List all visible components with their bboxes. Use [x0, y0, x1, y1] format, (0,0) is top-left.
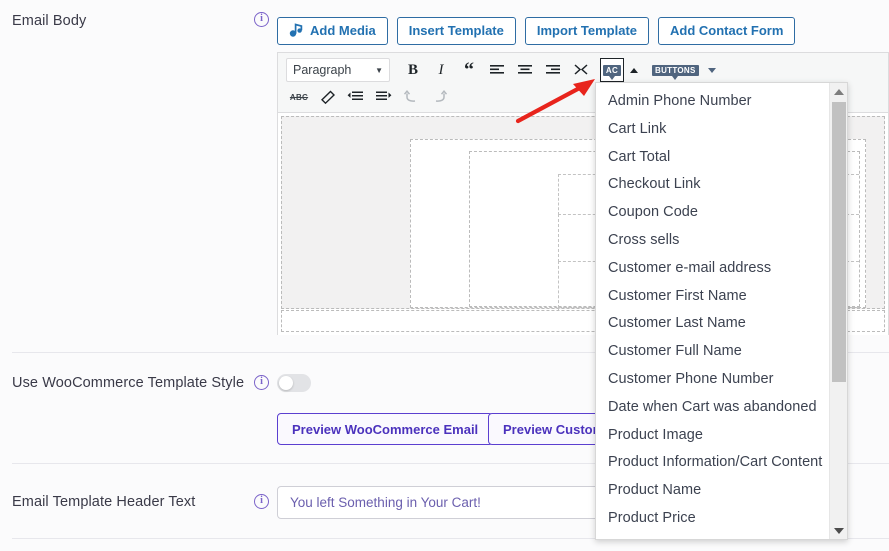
scrollbar-up-arrow-icon[interactable]: [830, 83, 847, 100]
email-template-header-text-label: Email Template Header Text: [12, 494, 196, 510]
insert-template-label: Insert Template: [408, 22, 504, 38]
dropdown-item[interactable]: Product Image: [596, 422, 829, 450]
dropdown-item[interactable]: Customer First Name: [596, 283, 829, 311]
align-center-icon: [517, 63, 533, 77]
outdent-button[interactable]: [342, 85, 368, 109]
dropdown-item[interactable]: Product Name: [596, 477, 829, 505]
indent-icon: [375, 90, 392, 104]
format-select-value: Paragraph: [293, 63, 352, 77]
eraser-icon: [319, 90, 336, 105]
fullscreen-button[interactable]: [568, 58, 594, 82]
bold-icon: B: [407, 61, 418, 78]
dropdown-item[interactable]: Customer e-mail address: [596, 255, 829, 283]
redo-button[interactable]: [426, 85, 452, 109]
dropdown-item[interactable]: Date when Cart was abandoned: [596, 394, 829, 422]
align-center-button[interactable]: [512, 58, 538, 82]
shortcode-dropdown-list: Admin Phone Number Cart Link Cart Total Che…: [596, 83, 829, 539]
dropdown-item[interactable]: Product Quantity: [596, 533, 829, 539]
preview-custom-email-label: Preview Custom: [503, 421, 605, 437]
email-template-header-text-value: You left Something in Your Cart!: [290, 495, 481, 510]
import-template-label: Import Template: [536, 22, 638, 38]
indent-button[interactable]: [370, 85, 396, 109]
dropdown-item[interactable]: Customer Last Name: [596, 310, 829, 338]
align-right-button[interactable]: [540, 58, 566, 82]
buttons-shortcode-button[interactable]: BUTTONS: [649, 58, 702, 82]
align-right-icon: [545, 63, 561, 77]
buttons-shortcode-caret[interactable]: [704, 58, 720, 82]
dropdown-item[interactable]: Cross sells: [596, 227, 829, 255]
dropdown-item[interactable]: Product Price: [596, 505, 829, 533]
fullscreen-icon: [573, 63, 589, 77]
dropdown-item[interactable]: Cart Total: [596, 144, 829, 172]
editor-toolbar-row-1: Paragraph ▼ B I “ AC BUTTONS: [286, 58, 720, 82]
blockquote-button[interactable]: “: [456, 58, 482, 82]
bold-button[interactable]: B: [400, 58, 426, 82]
scrollbar-down-arrow-icon[interactable]: [830, 522, 847, 539]
dropdown-item[interactable]: Customer Phone Number: [596, 366, 829, 394]
email-body-label: Email Body: [12, 13, 87, 29]
chevron-down-icon-2: [707, 67, 716, 73]
preview-woocommerce-email-label: Preview WooCommerce Email: [292, 421, 479, 437]
shortcode-dropdown-menu[interactable]: Admin Phone Number Cart Link Cart Total Che…: [595, 82, 848, 540]
editor-toolbar-row-2: ABC: [286, 85, 452, 109]
strikethrough-icon: ABC: [289, 92, 309, 102]
shortcode-ac-caret[interactable]: [626, 58, 642, 82]
dropdown-item[interactable]: Cart Link: [596, 116, 829, 144]
dropdown-item[interactable]: Coupon Code: [596, 199, 829, 227]
woo-template-style-toggle[interactable]: [277, 374, 311, 392]
undo-icon: [403, 90, 420, 104]
preview-woocommerce-email-button[interactable]: Preview WooCommerce Email: [277, 413, 494, 445]
import-template-button[interactable]: Import Template: [524, 17, 650, 45]
dropdown-scrollbar[interactable]: [829, 83, 847, 539]
italic-button[interactable]: I: [428, 58, 454, 82]
scrollbar-thumb[interactable]: [832, 102, 846, 382]
quote-icon: “: [464, 59, 474, 81]
dropdown-item[interactable]: Customer Full Name: [596, 338, 829, 366]
media-button-bar: Add Media Insert Template Import Templat…: [277, 17, 796, 45]
clear-formatting-button[interactable]: [314, 85, 340, 109]
shortcode-ac-button[interactable]: AC: [600, 58, 624, 82]
info-icon-email-body[interactable]: [254, 12, 269, 27]
woo-template-style-label: Use WooCommerce Template Style: [12, 375, 245, 391]
toggle-knob: [279, 376, 293, 390]
strikethrough-button[interactable]: ABC: [286, 85, 312, 109]
triangle-up-icon: [834, 88, 844, 95]
insert-template-button[interactable]: Insert Template: [396, 17, 516, 45]
chevron-up-icon: [630, 67, 638, 73]
align-left-icon: [489, 63, 505, 77]
info-icon-woo-template[interactable]: [254, 375, 269, 390]
buttons-badge-icon: BUTTONS: [652, 64, 699, 80]
ac-badge-icon: AC: [602, 64, 622, 80]
info-icon-header-text[interactable]: [254, 494, 269, 509]
add-media-button[interactable]: Add Media: [277, 17, 388, 45]
undo-button[interactable]: [398, 85, 424, 109]
add-contact-form-label: Add Contact Form: [670, 22, 784, 38]
dropdown-item[interactable]: Product Information/Cart Content: [596, 449, 829, 477]
italic-icon: I: [438, 61, 444, 78]
format-select[interactable]: Paragraph ▼: [286, 58, 390, 82]
outdent-icon: [347, 90, 364, 104]
triangle-down-icon: [834, 527, 844, 534]
settings-page: Email Body Add Media Insert Template Imp…: [0, 0, 889, 551]
add-media-label: Add Media: [310, 22, 376, 38]
redo-icon: [431, 90, 448, 104]
align-left-button[interactable]: [484, 58, 510, 82]
dropdown-item[interactable]: Checkout Link: [596, 171, 829, 199]
add-media-icon: [289, 23, 304, 38]
dropdown-item[interactable]: Admin Phone Number: [596, 88, 829, 116]
chevron-down-icon: ▼: [375, 65, 383, 75]
add-contact-form-button[interactable]: Add Contact Form: [658, 17, 796, 45]
